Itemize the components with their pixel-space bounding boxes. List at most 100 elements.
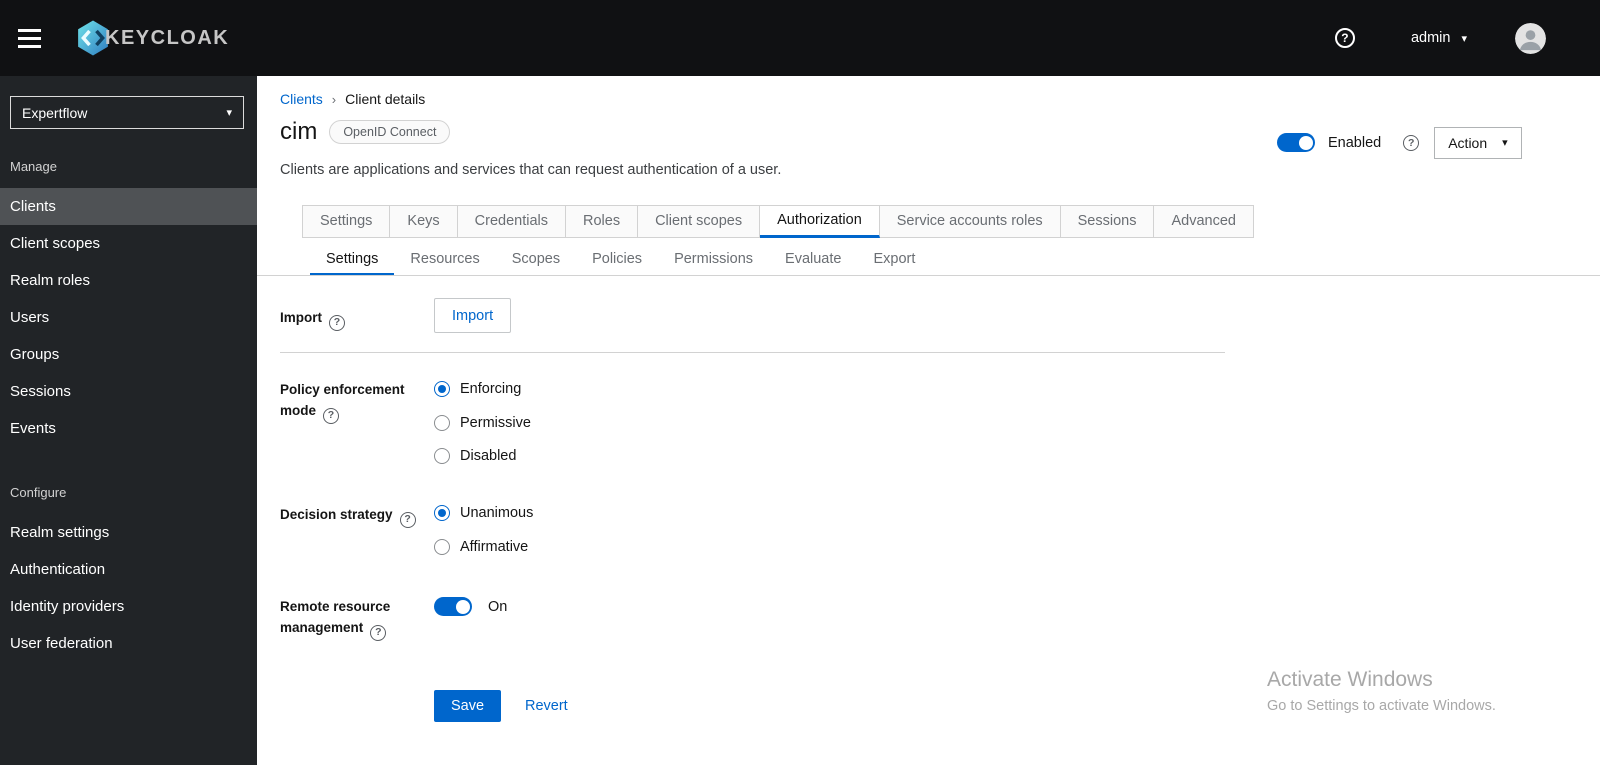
page-description: Clients are applications and services th… [280, 162, 782, 178]
sidebar-item-client-scopes[interactable]: Client scopes [0, 225, 257, 262]
tab-keys[interactable]: Keys [390, 205, 458, 238]
radio-label: Disabled [460, 448, 517, 464]
radio-label: Affirmative [460, 539, 529, 555]
toggle-knob [455, 599, 470, 614]
tab-credentials[interactable]: Credentials [457, 205, 566, 238]
username: admin [1410, 30, 1451, 46]
subtab-bar: Settings Resources Scopes Policies Permi… [310, 246, 931, 276]
sidebar-item-events[interactable]: Events [0, 410, 257, 447]
nav-section-manage: Manage Clients Client scopes Realm roles… [0, 155, 257, 447]
import-field-label: Import? [280, 307, 432, 331]
title-row: cim OpenID Connect [280, 118, 451, 146]
toggle-knob [1298, 135, 1313, 150]
chevron-down-icon: ▾ [1461, 32, 1467, 45]
user-icon [1515, 22, 1546, 54]
help-icon[interactable]: ? [323, 407, 340, 424]
sidebar-item-realm-roles[interactable]: Realm roles [0, 262, 257, 299]
avatar[interactable] [1515, 22, 1546, 54]
radio-label: Enforcing [460, 381, 522, 397]
radio-affirmative[interactable]: Affirmative [434, 538, 528, 556]
brand-text: KEYCLOAK [105, 26, 230, 49]
radio-input [434, 381, 450, 397]
breadcrumb: Clients › Client details [280, 91, 425, 107]
action-label: Action [1448, 134, 1488, 151]
radio-permissive[interactable]: Permissive [434, 414, 531, 432]
radio-label: Permissive [460, 415, 531, 431]
help-icon[interactable]: ? [370, 624, 387, 641]
subtab-export[interactable]: Export [857, 246, 931, 276]
tab-authorization[interactable]: Authorization [760, 205, 880, 238]
subtab-resources[interactable]: Resources [394, 246, 495, 276]
header-controls: Enabled ? Action ▾ [1277, 126, 1522, 159]
subtab-settings[interactable]: Settings [310, 246, 395, 276]
sidebar-item-identity-providers[interactable]: Identity providers [0, 588, 257, 625]
remote-resource-label: Remote resource management? [280, 596, 432, 641]
protocol-badge: OpenID Connect [329, 120, 451, 144]
nav-section-configure: Configure Realm settings Authentication … [0, 481, 257, 662]
radio-input [434, 539, 450, 555]
policy-enforcement-label: Policy enforcement mode? [280, 379, 432, 424]
decision-strategy-label: Decision strategy? [280, 504, 432, 528]
hamburger-icon [18, 28, 41, 32]
watermark-line2: Go to Settings to activate Windows. [1267, 698, 1496, 714]
save-button[interactable]: Save [434, 690, 502, 722]
breadcrumb-current: Client details [345, 91, 426, 107]
subtab-evaluate[interactable]: Evaluate [769, 246, 857, 276]
radio-unanimous[interactable]: Unanimous [434, 504, 533, 522]
sidebar-item-users[interactable]: Users [0, 299, 257, 336]
remote-resource-toggle[interactable] [434, 597, 472, 616]
radio-input [434, 505, 450, 521]
enabled-label: Enabled [1328, 134, 1382, 151]
masthead-right: ? admin ▾ [1334, 22, 1600, 54]
radio-enforcing[interactable]: Enforcing [434, 380, 521, 398]
sidebar-item-groups[interactable]: Groups [0, 336, 257, 373]
sidebar-item-sessions[interactable]: Sessions [0, 373, 257, 410]
watermark-line1: Activate Windows [1267, 668, 1433, 691]
help-icon[interactable]: ? [1334, 28, 1355, 48]
tab-settings[interactable]: Settings [302, 205, 391, 238]
main-content: Clients › Client details cim OpenID Conn… [257, 76, 1600, 765]
sidebar: Expertflow ▾ Manage Clients Client scope… [0, 76, 257, 765]
tab-bar: Settings Keys Credentials Roles Client s… [302, 205, 1254, 238]
help-icon[interactable]: ? [399, 511, 416, 528]
import-button[interactable]: Import [434, 298, 512, 333]
user-menu[interactable]: admin ▾ [1411, 30, 1467, 46]
tab-sessions[interactable]: Sessions [1060, 205, 1155, 238]
breadcrumb-separator-icon: › [331, 91, 337, 107]
form-divider [280, 352, 1225, 353]
tab-service-accounts-roles[interactable]: Service accounts roles [879, 205, 1061, 238]
nav-section-title: Manage [10, 159, 57, 174]
radio-input [434, 415, 450, 431]
revert-link[interactable]: Revert [525, 690, 568, 722]
remote-resource-control: On [434, 597, 507, 616]
toggle-state-label: On [488, 598, 508, 615]
tab-roles[interactable]: Roles [566, 205, 639, 238]
realm-selector[interactable]: Expertflow ▾ [10, 96, 244, 129]
sidebar-item-realm-settings[interactable]: Realm settings [0, 514, 257, 551]
chevron-down-icon: ▾ [226, 107, 232, 119]
page-title: cim [280, 118, 318, 145]
sidebar-item-user-federation[interactable]: User federation [0, 625, 257, 662]
help-icon[interactable]: ? [329, 314, 345, 331]
brand[interactable]: KEYCLOAK [72, 17, 229, 59]
subtab-permissions[interactable]: Permissions [658, 246, 769, 276]
breadcrumb-clients-link[interactable]: Clients [280, 91, 323, 107]
subtab-divider [257, 275, 1600, 276]
sidebar-item-authentication[interactable]: Authentication [0, 551, 257, 588]
radio-input [434, 448, 450, 464]
nav-section-title: Configure [10, 485, 67, 500]
tab-client-scopes[interactable]: Client scopes [638, 205, 761, 238]
action-dropdown[interactable]: Action ▾ [1434, 126, 1522, 159]
realm-name: Expertflow [22, 104, 88, 121]
subtab-scopes[interactable]: Scopes [496, 246, 576, 276]
help-icon[interactable]: ? [1403, 134, 1420, 151]
windows-activation-watermark: Activate Windows Go to Settings to activ… [1267, 668, 1496, 714]
sidebar-item-clients[interactable]: Clients [0, 188, 257, 225]
radio-disabled[interactable]: Disabled [434, 447, 516, 465]
enabled-toggle[interactable] [1277, 133, 1315, 152]
radio-label: Unanimous [460, 505, 534, 521]
subtab-policies[interactable]: Policies [576, 246, 658, 276]
tab-advanced[interactable]: Advanced [1154, 205, 1254, 238]
hamburger-menu-button[interactable] [14, 22, 50, 54]
masthead: KEYCLOAK ? admin ▾ [0, 0, 1600, 76]
